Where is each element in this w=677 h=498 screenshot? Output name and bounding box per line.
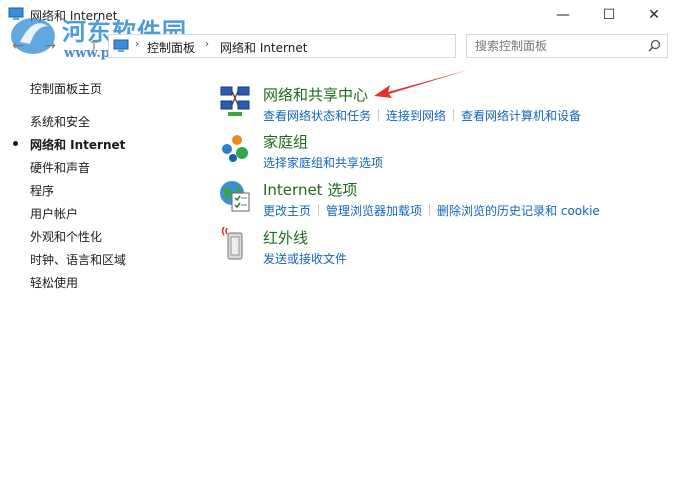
nav-appearance[interactable]: 外观和个性化 bbox=[30, 228, 102, 245]
link-separator bbox=[429, 204, 431, 216]
link-delete-browsing-history[interactable]: 删除浏览的历史记录和 cookie bbox=[437, 204, 600, 218]
category-links: 查看网络状态和任务 连接到网络 查看网络计算机和设备 bbox=[263, 107, 581, 124]
category-title-internet-options[interactable]: Internet 选项 bbox=[263, 179, 357, 200]
minimize-button[interactable]: — bbox=[540, 0, 586, 30]
category-links: 更改主页 管理浏览器加载项 删除浏览的历史记录和 cookie bbox=[263, 202, 600, 219]
link-view-network-computers[interactable]: 查看网络计算机和设备 bbox=[461, 109, 581, 123]
nav-ease-of-access[interactable]: 轻松使用 bbox=[30, 274, 78, 291]
maximize-button[interactable]: ☐ bbox=[586, 0, 632, 30]
category-title-network-sharing[interactable]: 网络和共享中心 bbox=[263, 84, 368, 105]
address-bar[interactable]: › 控制面板 › 网络和 Internet ⌄ ↻ bbox=[108, 34, 558, 58]
link-separator bbox=[318, 204, 320, 216]
link-manage-add-ons[interactable]: 管理浏览器加载项 bbox=[326, 204, 422, 218]
address-row: ← → ↑ › 控制面板 › 网络和 Internet ⌄ ↻ bbox=[0, 33, 677, 59]
nav-control-panel-home[interactable]: 控制面板主页 bbox=[30, 80, 102, 97]
internet-options-icon[interactable] bbox=[218, 179, 252, 213]
nav-system-security[interactable]: 系统和安全 bbox=[30, 113, 90, 130]
active-indicator bbox=[13, 141, 18, 146]
nav-programs[interactable]: 程序 bbox=[30, 182, 54, 199]
network-sharing-icon[interactable] bbox=[218, 84, 252, 118]
link-connect-to-network[interactable]: 连接到网络 bbox=[386, 109, 446, 123]
breadcrumb-network-internet[interactable]: 网络和 Internet bbox=[220, 39, 307, 56]
search-input[interactable] bbox=[475, 39, 635, 53]
forward-button[interactable]: → bbox=[40, 35, 60, 57]
homegroup-icon[interactable] bbox=[218, 131, 252, 165]
link-homegroup-options[interactable]: 选择家庭组和共享选项 bbox=[263, 156, 383, 170]
category-title-infrared[interactable]: 红外线 bbox=[263, 227, 308, 248]
back-button[interactable]: ← bbox=[8, 35, 28, 57]
chevron-right-icon[interactable]: › bbox=[205, 39, 209, 50]
link-send-receive-files[interactable]: 发送或接收文件 bbox=[263, 252, 347, 266]
link-separator bbox=[378, 109, 380, 121]
link-separator bbox=[453, 109, 455, 121]
search-icon[interactable] bbox=[648, 39, 661, 52]
nav-user-accounts[interactable]: 用户帐户 bbox=[30, 205, 78, 222]
nav-hardware-sound[interactable]: 硬件和声音 bbox=[30, 159, 90, 176]
nav-clock-language-region[interactable]: 时钟、语言和区域 bbox=[30, 251, 126, 268]
chevron-right-icon[interactable]: › bbox=[135, 39, 139, 50]
infrared-icon[interactable] bbox=[218, 227, 252, 261]
up-button[interactable]: ↑ bbox=[84, 35, 104, 57]
search-box[interactable] bbox=[466, 34, 668, 58]
control-panel-icon bbox=[113, 39, 129, 52]
category-title-homegroup[interactable]: 家庭组 bbox=[263, 131, 308, 152]
link-change-home-page[interactable]: 更改主页 bbox=[263, 204, 311, 218]
category-links: 发送或接收文件 bbox=[263, 250, 347, 267]
category-links: 选择家庭组和共享选项 bbox=[263, 154, 383, 171]
nav-network-internet[interactable]: 网络和 Internet bbox=[30, 136, 125, 153]
link-view-network-status[interactable]: 查看网络状态和任务 bbox=[263, 109, 371, 123]
breadcrumb-control-panel[interactable]: 控制面板 bbox=[147, 39, 195, 56]
close-button[interactable]: ✕ bbox=[631, 0, 677, 30]
annotation-arrow bbox=[374, 70, 468, 98]
